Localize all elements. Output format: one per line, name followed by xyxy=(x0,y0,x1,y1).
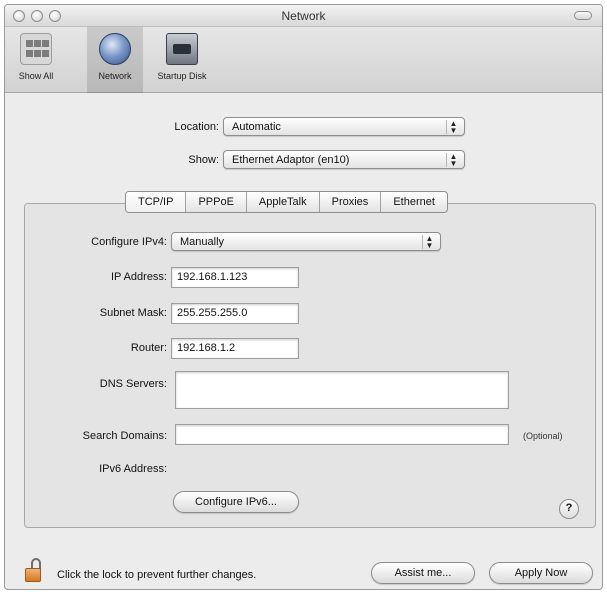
tab-appletalk[interactable]: AppleTalk xyxy=(247,192,320,212)
tab-proxies[interactable]: Proxies xyxy=(320,192,382,212)
toolbar-label-startup-disk: Startup Disk xyxy=(157,71,207,81)
toolbar-label-show-all: Show All xyxy=(18,71,54,81)
ipv6-address-label: IPv6 Address: xyxy=(99,463,167,475)
window-title: Network xyxy=(281,9,326,23)
apply-now-button[interactable]: Apply Now xyxy=(489,562,593,584)
assist-me-button[interactable]: Assist me... xyxy=(371,562,475,584)
search-domains-field[interactable] xyxy=(175,424,509,445)
toolbar: Show All Network Startup Disk xyxy=(5,27,602,93)
location-value: Automatic xyxy=(232,121,281,133)
tab-panel xyxy=(24,203,596,528)
toolbar-label-network: Network xyxy=(98,71,132,81)
toolbar-item-startup-disk[interactable]: Startup Disk xyxy=(147,27,217,93)
popup-arrows-icon: ▲ ▼ xyxy=(422,235,436,250)
ip-address-label: IP Address: xyxy=(110,271,167,283)
toolbar-toggle-button[interactable] xyxy=(574,11,592,20)
show-all-icon xyxy=(20,33,52,65)
network-preferences-window: Network Show All Network Startup Disk Lo… xyxy=(4,4,603,590)
show-popup[interactable]: Ethernet Adaptor (en10) ▲ ▼ xyxy=(223,150,465,169)
network-globe-icon xyxy=(99,33,131,65)
configure-ipv4-value: Manually xyxy=(180,236,225,248)
toolbar-item-show-all[interactable]: Show All xyxy=(11,27,61,93)
tab-tcpip[interactable]: TCP/IP xyxy=(126,192,187,212)
router-field[interactable]: 192.168.1.2 xyxy=(171,338,299,359)
toolbar-item-network[interactable]: Network xyxy=(87,27,143,93)
ip-address-field[interactable]: 192.168.1.123 xyxy=(171,267,299,288)
popup-arrows-icon: ▲ ▼ xyxy=(446,153,460,168)
search-domains-label: Search Domains: xyxy=(82,430,167,442)
location-label: Location: xyxy=(174,121,219,133)
popup-arrows-icon: ▲ ▼ xyxy=(446,120,460,135)
title-bar: Network xyxy=(5,5,602,27)
tab-pppoe[interactable]: PPPoE xyxy=(186,192,247,212)
show-value: Ethernet Adaptor (en10) xyxy=(232,154,350,166)
tab-bar: TCP/IP PPPoE AppleTalk Proxies Ethernet xyxy=(125,191,448,213)
show-label: Show: xyxy=(188,154,219,166)
configure-ipv4-label: Configure IPv4: xyxy=(91,236,167,248)
lock-button[interactable] xyxy=(25,558,43,584)
dns-servers-label: DNS Servers: xyxy=(99,378,167,390)
router-label: Router: xyxy=(130,342,167,354)
subnet-mask-field[interactable]: 255.255.255.0 xyxy=(171,303,299,324)
location-popup[interactable]: Automatic ▲ ▼ xyxy=(223,117,465,136)
configure-ipv4-popup[interactable]: Manually ▲ ▼ xyxy=(171,232,441,251)
help-button[interactable]: ? xyxy=(559,499,579,519)
tab-ethernet[interactable]: Ethernet xyxy=(381,192,447,212)
lock-icon xyxy=(25,568,41,582)
startup-disk-icon xyxy=(166,33,198,65)
lock-message: Click the lock to prevent further change… xyxy=(57,569,257,581)
subnet-mask-label: Subnet Mask: xyxy=(99,307,167,319)
search-domains-hint: (Optional) xyxy=(523,431,563,441)
dns-servers-field[interactable] xyxy=(175,371,509,409)
configure-ipv6-button[interactable]: Configure IPv6... xyxy=(173,491,299,513)
